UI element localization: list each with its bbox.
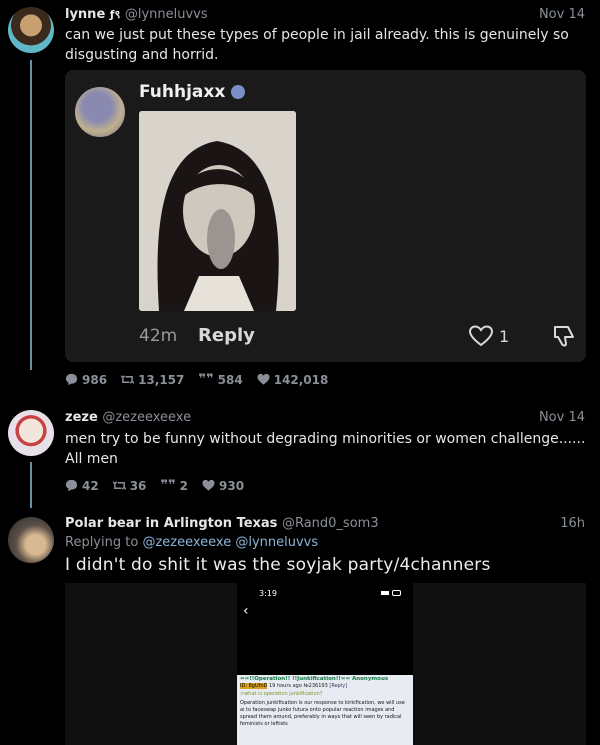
reply-count: 42	[82, 478, 99, 493]
imageboard-title: ==!!Operation!! !!Junkification!!== Anon…	[240, 676, 389, 682]
phone-screenshot: 3:19 ‹ ==!!Operation!! !!Junkification!!…	[237, 583, 413, 745]
like-stat[interactable]: 142,018	[257, 372, 329, 387]
retweet-icon	[112, 481, 126, 490]
imageboard-meta-text: 19 hours ago №236193	[269, 683, 328, 689]
retweet-stat[interactable]: 36	[112, 478, 147, 493]
author-handle[interactable]: @Rand0_som3	[282, 516, 379, 531]
author-glyph: ƒ९	[109, 8, 121, 21]
embed-like-count: 1	[499, 326, 510, 346]
embed-time: 42m	[139, 326, 178, 346]
post-author[interactable]: Polar bear in Arlington Texas @Rand0_som…	[65, 516, 379, 531]
thumbs-down-icon	[554, 326, 574, 347]
embed-reply-button[interactable]: Reply	[198, 325, 255, 346]
quote-stat[interactable]: ❞❞ 2	[160, 478, 188, 493]
replying-handles[interactable]: @zezeexeexe @lynneluvvs	[142, 535, 318, 550]
retweet-icon	[121, 375, 135, 384]
embed-dislike-button[interactable]	[552, 324, 576, 352]
thread-line	[30, 60, 32, 370]
post-author[interactable]: lynne ƒ९ @lynneluvvs	[65, 7, 208, 22]
heart-icon	[257, 373, 270, 385]
imageboard-question: >what is operation junkification?	[240, 691, 323, 697]
embed-photo[interactable]	[139, 111, 296, 311]
comment-icon	[65, 479, 78, 492]
heart-icon	[202, 479, 215, 491]
retweet-count: 36	[129, 478, 147, 493]
comment-icon	[65, 373, 78, 386]
phone-clock: 3:19	[259, 589, 277, 598]
imageboard-reply-link: [Reply]	[329, 683, 348, 689]
like-stat[interactable]: 930	[202, 479, 244, 493]
post-text: men try to be funny without degrading mi…	[65, 431, 586, 467]
reply-stat[interactable]: 986	[65, 373, 107, 387]
embed-author[interactable]: Fuhhjaxx	[139, 82, 246, 102]
embed-avatar[interactable]	[75, 87, 125, 137]
quote-stat[interactable]: ❞❞ 584	[198, 372, 242, 387]
verified-icon	[231, 85, 246, 99]
retweet-stat[interactable]: 13,157	[121, 373, 184, 387]
post-time[interactable]: 16h	[560, 516, 585, 531]
post-stats: 42 36 ❞❞ 2 930	[65, 478, 244, 493]
author-name[interactable]: Polar bear in Arlington Texas	[65, 516, 277, 531]
reply-stat[interactable]: 42	[65, 479, 99, 493]
thread-line	[30, 462, 32, 508]
quote-icon: ❞❞	[198, 372, 214, 387]
imageboard-body: Operation junkification is our response …	[240, 700, 405, 727]
embedded-post-card[interactable]: Fuhhjaxx 42m Reply 1	[65, 70, 586, 362]
post-author[interactable]: zeze @zezeexeexe	[65, 410, 191, 425]
retweet-count: 13,157	[138, 372, 185, 387]
avatar-zeze[interactable]	[8, 410, 54, 456]
imageboard-post: ==!!Operation!! !!Junkification!!== Anon…	[237, 675, 413, 745]
avatar-lynne[interactable]	[8, 7, 54, 53]
phone-status-icons	[381, 590, 401, 596]
post-time[interactable]: Nov 14	[539, 7, 585, 22]
reply-count: 986	[82, 372, 108, 387]
replying-prefix: Replying to	[65, 535, 139, 550]
like-count: 930	[219, 478, 245, 493]
author-handle[interactable]: @lynneluvvs	[125, 7, 208, 22]
replying-to: Replying to @zezeexeexe @lynneluvvs	[65, 535, 318, 550]
avatar-polar-bear[interactable]	[8, 517, 54, 563]
embed-author-name[interactable]: Fuhhjaxx	[139, 82, 225, 102]
attached-media[interactable]: 3:19 ‹ ==!!Operation!! !!Junkification!!…	[65, 583, 586, 745]
phone-back-icon: ‹	[243, 603, 249, 619]
post-time[interactable]: Nov 14	[539, 410, 585, 425]
author-name[interactable]: zeze	[65, 410, 98, 425]
author-handle[interactable]: @zezeexeexe	[102, 410, 191, 425]
like-count: 142,018	[273, 372, 329, 387]
post-stats: 986 13,157 ❞❞ 584 142,018	[65, 372, 328, 387]
quote-count: 584	[217, 372, 243, 387]
quote-count: 2	[179, 478, 189, 493]
portrait-image	[139, 111, 296, 311]
author-name[interactable]: lynne	[65, 7, 105, 22]
post-text: can we just put these types of people in…	[65, 27, 569, 63]
imageboard-id: ID: 8gUfnD	[240, 683, 268, 689]
heart-outline-icon	[469, 325, 493, 347]
quote-icon: ❞❞	[160, 478, 176, 493]
post-text: I didn't do shit it was the soyjak party…	[65, 555, 491, 575]
embed-like-button[interactable]: 1	[469, 325, 509, 347]
